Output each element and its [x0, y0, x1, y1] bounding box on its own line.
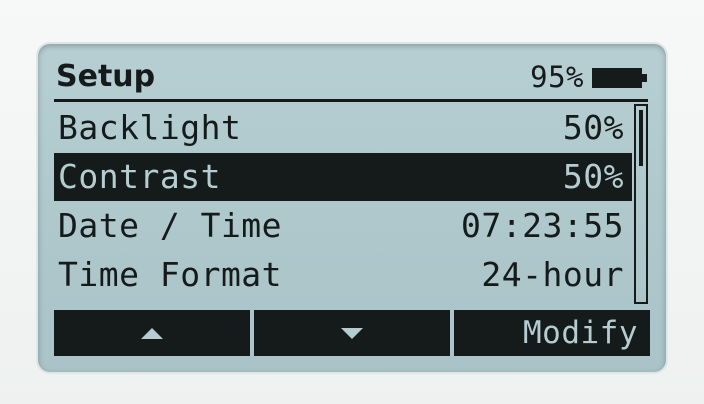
setting-row-backlight[interactable]: Backlight 50% — [54, 104, 632, 152]
lcd-screen: Setup 95% Backlight 50% Contrast 50% Dat… — [38, 44, 666, 372]
page-title: Setup — [56, 59, 156, 94]
setting-label: Backlight — [58, 108, 242, 147]
scrollbar-thumb[interactable] — [639, 110, 643, 166]
modify-softkey[interactable]: Modify — [454, 310, 650, 356]
modify-label: Modify — [523, 315, 638, 351]
settings-list: Backlight 50% Contrast 50% Date / Time 0… — [54, 104, 632, 300]
screen-header: Setup 95% — [56, 58, 648, 96]
battery-full-icon — [592, 68, 648, 88]
device-bezel: Setup 95% Backlight 50% Contrast 50% Dat… — [0, 0, 704, 404]
setting-value: 50% — [562, 157, 624, 196]
up-softkey[interactable] — [54, 310, 250, 356]
setting-label: Time Format — [58, 255, 283, 294]
battery-percent: 95% — [530, 60, 584, 94]
setting-label: Contrast — [58, 157, 221, 196]
softkey-bar: Modify — [54, 310, 650, 356]
setting-row-date-time[interactable]: Date / Time 07:23:55 — [54, 202, 632, 250]
setting-label: Date / Time — [58, 206, 283, 245]
setting-value: 24-hour — [481, 255, 624, 294]
arrow-down-icon — [341, 327, 363, 339]
arrow-up-icon — [141, 327, 163, 339]
setting-row-contrast[interactable]: Contrast 50% — [54, 153, 632, 201]
list-scrollbar[interactable] — [634, 104, 648, 304]
setting-value: 07:23:55 — [461, 206, 624, 245]
down-softkey[interactable] — [254, 310, 450, 356]
setting-value: 50% — [562, 108, 624, 147]
setting-row-time-format[interactable]: Time Format 24-hour — [54, 251, 632, 299]
header-divider — [54, 99, 648, 102]
